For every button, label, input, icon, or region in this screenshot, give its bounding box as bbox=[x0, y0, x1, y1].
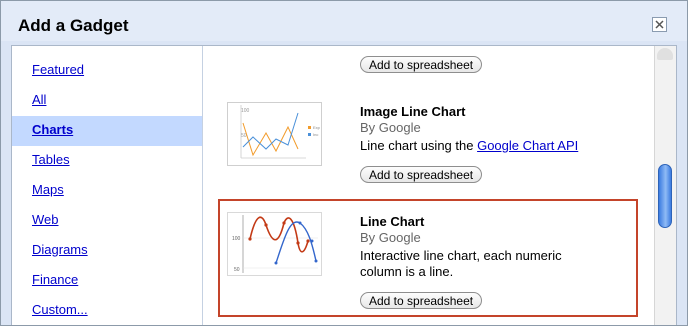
gadget-description: Line chart using the Google Chart API bbox=[360, 138, 578, 154]
thumb-legend-label: Exp bbox=[313, 125, 321, 130]
gadget-list: Add to spreadsheet 100 50 Exp Inc Image … bbox=[204, 46, 654, 325]
sidebar-item-finance[interactable]: Finance bbox=[12, 266, 202, 296]
scroll-up-arrow[interactable] bbox=[657, 48, 673, 60]
dialog-body: Featured All Charts Tables Maps Web Diag… bbox=[11, 45, 677, 325]
scrollbar-thumb[interactable] bbox=[658, 164, 672, 228]
sidebar-item-label[interactable]: Charts bbox=[32, 122, 73, 137]
sidebar-item-label[interactable]: Tables bbox=[32, 152, 70, 167]
gadget-author: By Google bbox=[360, 230, 421, 245]
sidebar-item-label[interactable]: Featured bbox=[32, 62, 84, 77]
thumb-legend-label: Inc bbox=[313, 132, 318, 137]
gadget-title: Image Line Chart bbox=[360, 104, 466, 119]
sidebar-item-featured[interactable]: Featured bbox=[12, 56, 202, 86]
sidebar-item-all[interactable]: All bbox=[12, 86, 202, 116]
sidebar-item-label[interactable]: Diagrams bbox=[32, 242, 88, 257]
dialog-title: Add a Gadget bbox=[18, 16, 129, 35]
line-chart-thumbnail: 100 50 bbox=[227, 212, 322, 276]
gadget-list-scrollbar[interactable] bbox=[654, 46, 676, 325]
close-icon[interactable] bbox=[652, 17, 667, 32]
sidebar-item-label[interactable]: Custom... bbox=[32, 302, 88, 317]
add-to-spreadsheet-button[interactable]: Add to spreadsheet bbox=[360, 292, 483, 309]
sidebar-item-tables[interactable]: Tables bbox=[12, 146, 202, 176]
sidebar-item-web[interactable]: Web bbox=[12, 206, 202, 236]
thumb-tick-label: 50 bbox=[234, 267, 240, 273]
sidebar-item-custom[interactable]: Custom... bbox=[12, 296, 202, 325]
sidebar-item-label[interactable]: Finance bbox=[32, 272, 78, 287]
image-line-chart-thumbnail: 100 50 Exp Inc bbox=[227, 102, 322, 166]
gadget-description-text: Line chart using the bbox=[360, 138, 478, 153]
google-chart-api-link[interactable]: Google Chart API bbox=[477, 138, 578, 153]
add-to-spreadsheet-button[interactable]: Add to spreadsheet bbox=[360, 166, 483, 183]
sidebar-item-label[interactable]: Maps bbox=[32, 182, 64, 197]
gadget-author: By Google bbox=[360, 120, 421, 135]
sidebar-item-label[interactable]: Web bbox=[32, 212, 59, 227]
thumb-tick-label: 100 bbox=[241, 108, 250, 114]
sidebar-item-label[interactable]: All bbox=[32, 92, 46, 107]
category-sidebar: Featured All Charts Tables Maps Web Diag… bbox=[12, 46, 203, 325]
sidebar-item-charts[interactable]: Charts bbox=[12, 116, 202, 146]
sidebar-item-maps[interactable]: Maps bbox=[12, 176, 202, 206]
dialog-titlebar: Add a Gadget bbox=[1, 1, 687, 41]
add-gadget-dialog: Add a Gadget Featured All Charts Tables … bbox=[0, 0, 688, 326]
sidebar-item-diagrams[interactable]: Diagrams bbox=[12, 236, 202, 266]
add-to-spreadsheet-button[interactable]: Add to spreadsheet bbox=[360, 56, 483, 73]
gadget-description: Interactive line chart, each numeric col… bbox=[360, 248, 562, 279]
gadget-title: Line Chart bbox=[360, 214, 425, 229]
thumb-tick-label: 100 bbox=[232, 236, 241, 242]
